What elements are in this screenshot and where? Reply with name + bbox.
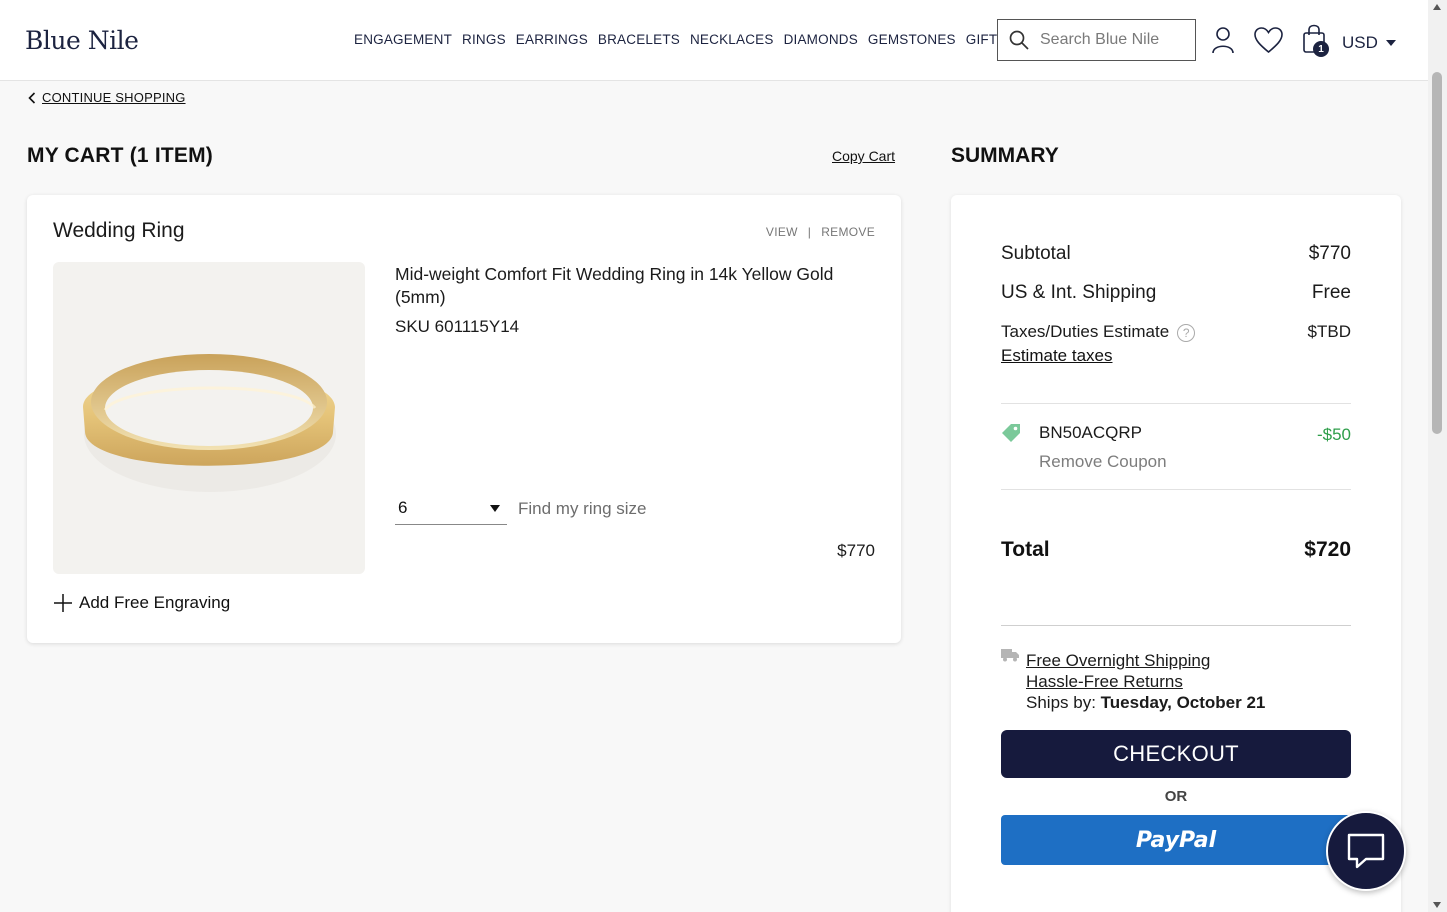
wishlist-heart-icon[interactable] <box>1253 26 1284 54</box>
search-input[interactable] <box>1040 31 1180 49</box>
nav-engagement[interactable]: ENGAGEMENT <box>354 32 452 47</box>
shipping-value: Free <box>1311 282 1351 303</box>
summary-card: Subtotal $770 US & Int. Shipping Free Ta… <box>951 195 1401 912</box>
total-label: Total <box>1001 538 1050 561</box>
or-separator: OR <box>1164 788 1188 805</box>
ships-by-date: Tuesday, October 21 <box>1100 693 1266 712</box>
product-name[interactable]: Mid-weight Comfort Fit Wedding Ring in 1… <box>395 263 845 309</box>
subtotal-value: $770 <box>1308 243 1351 264</box>
nav-necklaces[interactable]: NECKLACES <box>690 32 774 47</box>
nav-rings[interactable]: RINGS <box>462 32 506 47</box>
blue-nile-logo[interactable]: Blue Nile <box>25 26 139 55</box>
ring-size-select[interactable]: 6 <box>395 492 507 525</box>
coupon-discount: -$50 <box>1316 425 1351 444</box>
cart-item-card: Wedding Ring VIEW | REMOVE Mid-weight Co… <box>27 195 901 643</box>
view-item-link[interactable]: VIEW <box>766 225 798 239</box>
chat-bubble-icon <box>1347 833 1385 869</box>
caret-down-icon <box>490 504 500 512</box>
summary-divider <box>1001 403 1351 404</box>
search-icon <box>1009 30 1029 50</box>
nav-gemstones[interactable]: GEMSTONES <box>868 32 956 47</box>
scroll-up-arrow-icon[interactable] <box>1433 4 1441 10</box>
account-icon[interactable] <box>1211 26 1235 54</box>
currency-label: USD <box>1342 33 1378 52</box>
total-row: Total $720 <box>1001 538 1351 562</box>
remove-coupon-link[interactable]: Remove Coupon <box>1039 452 1167 472</box>
coupon-code: BN50ACQRP <box>1039 423 1142 442</box>
ring-size-value: 6 <box>398 498 408 517</box>
add-engraving-label: Add Free Engraving <box>79 593 231 612</box>
bag-count-badge: 1 <box>1313 41 1329 57</box>
find-ring-size-link[interactable]: Find my ring size <box>518 499 646 519</box>
search-box <box>997 19 1196 61</box>
site-header: Blue Nile ENGAGEMENT RINGS EARRINGS BRAC… <box>0 0 1428 81</box>
shipping-info: Free Overnight Shipping Hassle-Free Retu… <box>1026 650 1265 713</box>
page-scrollbar[interactable] <box>1428 0 1447 912</box>
coupon-divider <box>1001 489 1351 490</box>
taxes-row: Taxes/Duties Estimate? $TBD <box>1001 322 1351 342</box>
hassle-free-returns-link[interactable]: Hassle-Free Returns <box>1026 671 1265 692</box>
coupon-tag-icon <box>1002 424 1020 442</box>
total-divider <box>1001 625 1351 626</box>
copy-cart-link[interactable]: Copy Cart <box>832 148 895 164</box>
ships-by-label: Ships by: <box>1026 693 1096 712</box>
currency-selector[interactable]: USD <box>1342 33 1396 53</box>
scroll-thumb[interactable] <box>1432 72 1442 434</box>
scroll-down-arrow-icon[interactable] <box>1433 902 1441 908</box>
product-image[interactable] <box>53 262 365 574</box>
shipping-label: US & Int. Shipping <box>1001 282 1157 303</box>
continue-shopping-link[interactable]: CONTINUE SHOPPING <box>28 90 186 105</box>
actions-separator: | <box>807 225 812 239</box>
remove-item-link[interactable]: REMOVE <box>821 225 875 239</box>
summary-title: SUMMARY <box>951 144 1059 167</box>
item-actions: VIEW | REMOVE <box>766 225 875 239</box>
chat-button[interactable] <box>1326 811 1406 891</box>
free-overnight-shipping-link[interactable]: Free Overnight Shipping <box>1026 650 1265 671</box>
taxes-value: $TBD <box>1307 322 1351 341</box>
product-sku: SKU 601115Y14 <box>395 317 520 336</box>
nav-earrings[interactable]: EARRINGS <box>516 32 588 47</box>
continue-shopping-label: CONTINUE SHOPPING <box>42 90 186 105</box>
paypal-button[interactable]: PayPal <box>1001 815 1351 865</box>
shipping-row: US & Int. Shipping Free <box>1001 282 1351 304</box>
checkout-button[interactable]: CHECKOUT <box>1001 730 1351 778</box>
estimate-taxes-link[interactable]: Estimate taxes <box>1001 346 1113 366</box>
gold-ring-image <box>83 354 336 492</box>
truck-icon <box>1001 649 1019 662</box>
chevron-down-icon <box>1385 40 1396 46</box>
subtotal-row: Subtotal $770 <box>1001 243 1351 265</box>
total-value: $720 <box>1304 538 1351 561</box>
main-nav: ENGAGEMENT RINGS EARRINGS BRACELETS NECK… <box>354 32 1007 47</box>
nav-bracelets[interactable]: BRACELETS <box>598 32 680 47</box>
item-price: $770 <box>837 541 875 560</box>
taxes-label-group: Taxes/Duties Estimate? <box>1001 322 1196 342</box>
subtotal-label: Subtotal <box>1001 243 1071 264</box>
nav-diamonds[interactable]: DIAMONDS <box>784 32 858 47</box>
chevron-left-icon <box>28 91 36 104</box>
taxes-label: Taxes/Duties Estimate <box>1001 322 1170 341</box>
help-question-icon[interactable]: ? <box>1177 323 1196 342</box>
plus-icon <box>54 594 72 612</box>
item-type-heading: Wedding Ring <box>53 219 185 242</box>
cart-title: MY CART (1 ITEM) <box>27 144 213 167</box>
add-engraving-button[interactable]: Add Free Engraving <box>53 593 230 613</box>
